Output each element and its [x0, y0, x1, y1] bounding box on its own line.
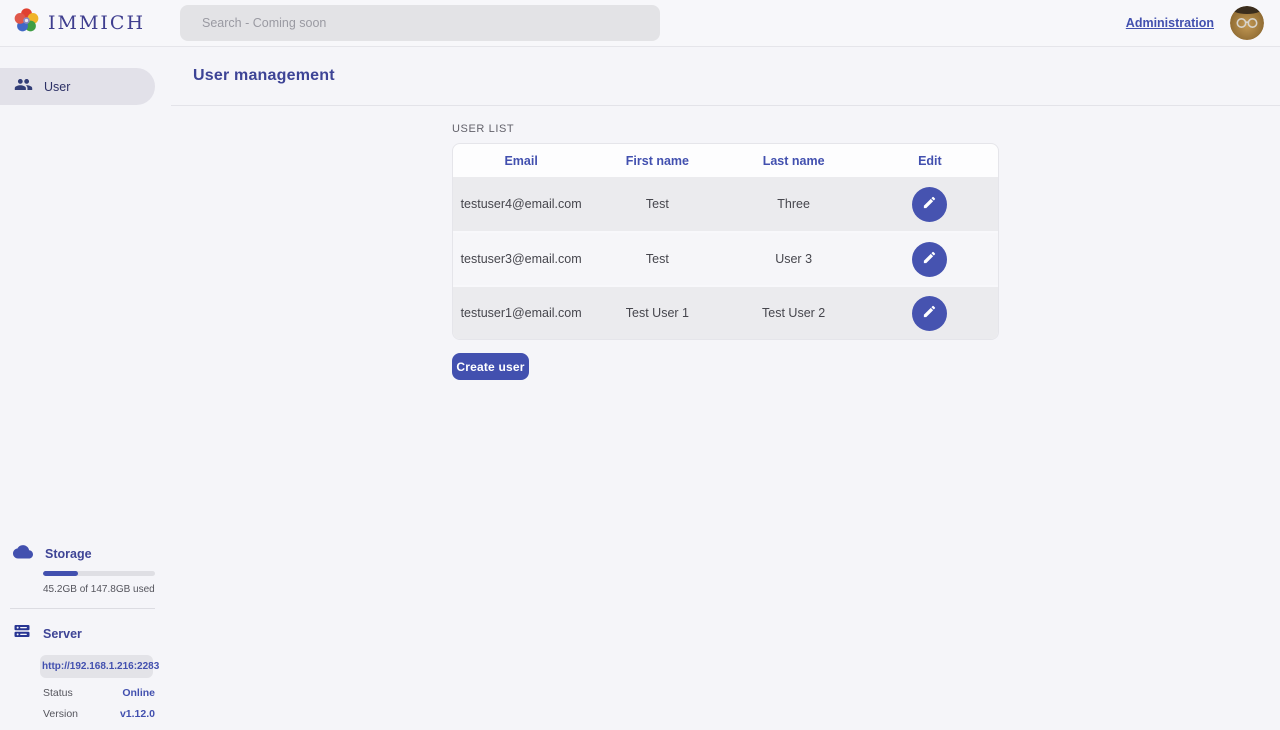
immich-app: IMMICH Administration [0, 0, 1280, 730]
logo-text: IMMICH [48, 12, 145, 34]
page-title: User management [193, 67, 335, 85]
column-header-email: Email [453, 154, 589, 168]
cell-last-name: Test User 2 [726, 306, 862, 320]
edit-user-button[interactable] [912, 296, 947, 331]
column-header-last-name: Last name [726, 154, 862, 168]
cloud-icon [13, 543, 33, 564]
table-row: testuser4@email.com Test Three [453, 177, 998, 231]
cell-email: testuser4@email.com [453, 197, 589, 211]
users-group-icon [14, 75, 33, 99]
immich-flower-icon [13, 7, 40, 39]
user-list-section: USER LIST Email First name Last name Edi… [171, 106, 1280, 380]
storage-title: Storage [45, 547, 92, 561]
table-row: testuser3@email.com Test User 3 [453, 231, 998, 285]
table-row: testuser1@email.com Test User 1 Test Use… [453, 285, 998, 339]
top-navbar: IMMICH Administration [0, 0, 1280, 47]
storage-usage-text: 45.2GB of 147.8GB used [43, 584, 155, 595]
sidebar-divider [10, 608, 155, 609]
cell-email: testuser1@email.com [453, 306, 589, 320]
sidebar-item-users[interactable]: User [0, 68, 155, 105]
pencil-icon [922, 195, 937, 213]
status-label: Status [43, 687, 73, 699]
avatar[interactable] [1230, 6, 1264, 40]
sidebar-item-label: User [44, 80, 70, 94]
storage-progress-fill [43, 571, 78, 576]
pencil-icon [922, 304, 937, 322]
cell-last-name: User 3 [726, 252, 862, 266]
cell-first-name: Test [589, 197, 725, 211]
server-icon [13, 622, 31, 645]
server-url-badge: http://192.168.1.216:2283 [40, 655, 153, 678]
storage-header: Storage [0, 543, 155, 564]
cell-email: testuser3@email.com [453, 252, 589, 266]
user-table: Email First name Last name Edit testuser… [452, 143, 999, 340]
status-value-badge: Online [122, 687, 155, 699]
server-title: Server [43, 627, 82, 641]
sidebar: User Storage 45.2GB of 147.8GB used [0, 47, 155, 730]
sidebar-status-panel: Storage 45.2GB of 147.8GB used [0, 543, 155, 720]
version-value: v1.12.0 [120, 708, 155, 720]
page-title-row: User management [171, 47, 1280, 106]
version-label: Version [43, 708, 78, 720]
edit-user-button[interactable] [912, 187, 947, 222]
server-header: Server [0, 622, 155, 645]
pencil-icon [922, 250, 937, 268]
edit-user-button[interactable] [912, 242, 947, 277]
navbar-right: Administration [1126, 6, 1280, 40]
create-user-button[interactable]: Create user [452, 353, 529, 380]
main-content: User management USER LIST Email First na… [171, 47, 1280, 730]
section-label: USER LIST [452, 123, 1280, 135]
administration-link[interactable]: Administration [1126, 16, 1214, 30]
cell-first-name: Test User 1 [589, 306, 725, 320]
cell-first-name: Test [589, 252, 725, 266]
cell-last-name: Three [726, 197, 862, 211]
storage-progress-bar [43, 571, 155, 576]
search-input[interactable] [180, 5, 660, 41]
server-version-row: Version v1.12.0 [43, 708, 155, 720]
column-header-first-name: First name [589, 154, 725, 168]
logo[interactable]: IMMICH [0, 7, 145, 39]
column-header-edit: Edit [862, 154, 998, 168]
table-header-row: Email First name Last name Edit [453, 144, 998, 177]
server-status-row: Status Online [43, 687, 155, 699]
